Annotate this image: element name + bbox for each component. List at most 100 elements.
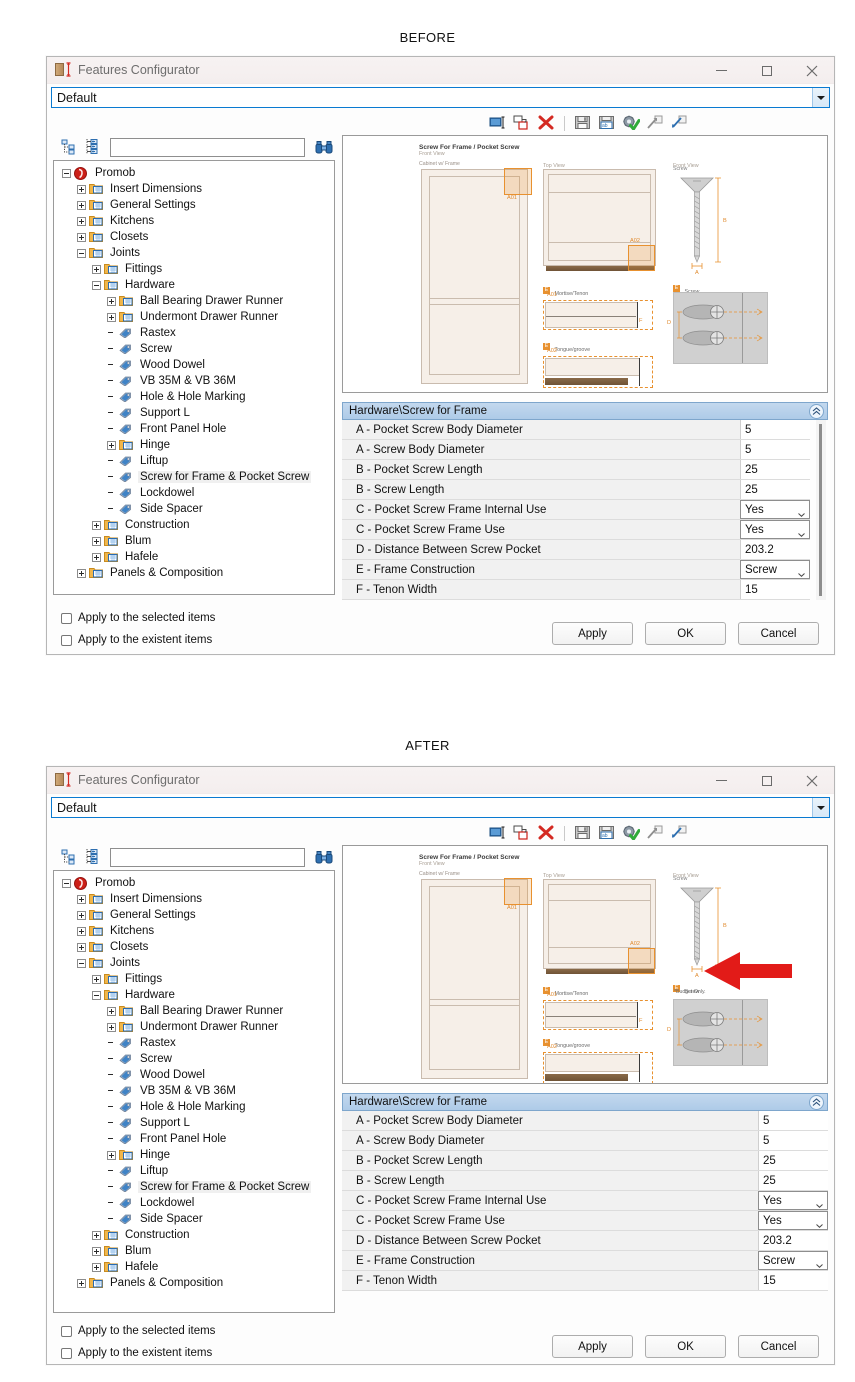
- tree-item[interactable]: Hardware: [54, 987, 334, 1003]
- tree-toggle-expand[interactable]: [107, 1150, 116, 1160]
- feature-tree[interactable]: Promob Insert Dimensions General Settings K…: [53, 160, 335, 595]
- chevron-down-icon[interactable]: [798, 568, 805, 577]
- apply-existent-checkbox[interactable]: [61, 1347, 72, 1359]
- maximize-button[interactable]: [744, 57, 789, 84]
- tree-item[interactable]: Hardware: [54, 277, 334, 293]
- property-value[interactable]: 25: [740, 480, 810, 499]
- tree-item[interactable]: Rastex: [54, 1035, 334, 1051]
- property-value[interactable]: 5: [758, 1111, 828, 1130]
- tree-item[interactable]: Liftup: [54, 1163, 334, 1179]
- feature-tree[interactable]: Promob Insert Dimensions General Settings K…: [53, 870, 335, 1313]
- chevron-down-icon[interactable]: [798, 508, 805, 517]
- tree-toggle-expand[interactable]: [107, 296, 116, 306]
- property-value-dropdown[interactable]: Screw: [758, 1251, 828, 1270]
- tree-item[interactable]: Construction: [54, 1227, 334, 1243]
- apply-selected-checkbox[interactable]: [61, 612, 72, 624]
- apply-selected-checkbox[interactable]: [61, 1325, 72, 1337]
- chevron-down-icon[interactable]: [812, 798, 829, 817]
- tree-item[interactable]: Rastex: [54, 325, 334, 341]
- tree-item[interactable]: Hole & Hole Marking: [54, 389, 334, 405]
- tree-toggle-expand[interactable]: [77, 216, 86, 226]
- tree-toggle-expand[interactable]: [77, 232, 86, 242]
- tree-item[interactable]: Undermont Drawer Runner: [54, 1019, 334, 1035]
- tree-toggle-expand[interactable]: [77, 568, 86, 578]
- tree-item[interactable]: Screw for Frame & Pocket Screw: [54, 1179, 334, 1195]
- tree-toggle-expand[interactable]: [92, 536, 101, 546]
- tree-item[interactable]: Screw: [54, 1051, 334, 1067]
- export-icon[interactable]: [646, 825, 664, 842]
- tree-toggle-expand[interactable]: [92, 1262, 101, 1272]
- tree-toggle-expand[interactable]: [107, 312, 116, 322]
- property-value[interactable]: 203.2: [758, 1231, 828, 1250]
- ok-button[interactable]: OK: [645, 622, 726, 645]
- binoculars-icon[interactable]: [315, 140, 333, 156]
- tree-item[interactable]: Panels & Composition: [54, 1275, 334, 1291]
- tree-item[interactable]: Wood Dowel: [54, 1067, 334, 1083]
- property-value-dropdown[interactable]: Yes: [740, 500, 810, 519]
- rename-icon[interactable]: [489, 115, 507, 132]
- tree-item[interactable]: Hafele: [54, 549, 334, 565]
- property-value[interactable]: 5: [758, 1131, 828, 1150]
- tree-toggle-expand[interactable]: [92, 520, 101, 530]
- tree-item[interactable]: Kitchens: [54, 213, 334, 229]
- tree-item[interactable]: VB 35M & VB 36M: [54, 1083, 334, 1099]
- chevron-double-up-icon[interactable]: [809, 404, 824, 419]
- expand-all-icon[interactable]: [84, 139, 101, 156]
- tree-toggle-expand[interactable]: [77, 184, 86, 194]
- duplicate-icon[interactable]: [513, 825, 531, 842]
- tree-item[interactable]: Screw for Frame & Pocket Screw: [54, 469, 334, 485]
- tree-item[interactable]: Support L: [54, 1115, 334, 1131]
- tree-toggle-collapse[interactable]: [92, 280, 101, 290]
- tree-item[interactable]: Hinge: [54, 437, 334, 453]
- tree-item[interactable]: Joints: [54, 245, 334, 261]
- chevron-down-icon[interactable]: [816, 1199, 823, 1208]
- tree-item[interactable]: Lockdowel: [54, 485, 334, 501]
- property-value[interactable]: 203.2: [740, 540, 810, 559]
- minimize-button[interactable]: [699, 767, 744, 794]
- tree-item[interactable]: Promob: [54, 875, 334, 891]
- cancel-button[interactable]: Cancel: [738, 1335, 819, 1358]
- properties-scrollbar[interactable]: [816, 420, 826, 600]
- chevron-down-icon[interactable]: [798, 528, 805, 537]
- duplicate-icon[interactable]: [513, 115, 531, 132]
- tree-item[interactable]: Front Panel Hole: [54, 1131, 334, 1147]
- tree-item[interactable]: General Settings: [54, 197, 334, 213]
- tree-item[interactable]: VB 35M & VB 36M: [54, 373, 334, 389]
- property-value[interactable]: 5: [740, 440, 810, 459]
- tree-toggle-expand[interactable]: [92, 974, 101, 984]
- apply-button[interactable]: Apply: [552, 622, 633, 645]
- tree-item[interactable]: Closets: [54, 229, 334, 245]
- tree-toggle-expand[interactable]: [92, 552, 101, 562]
- tree-toggle-expand[interactable]: [77, 942, 86, 952]
- property-value[interactable]: 15: [758, 1271, 828, 1290]
- tree-item[interactable]: Panels & Composition: [54, 565, 334, 581]
- property-value[interactable]: 25: [758, 1171, 828, 1190]
- search-input[interactable]: [110, 138, 305, 157]
- tree-item[interactable]: Liftup: [54, 453, 334, 469]
- tree-item[interactable]: Side Spacer: [54, 501, 334, 517]
- tree-item[interactable]: Blum: [54, 1243, 334, 1259]
- tree-item[interactable]: Ball Bearing Drawer Runner: [54, 293, 334, 309]
- maximize-button[interactable]: [744, 767, 789, 794]
- property-value-dropdown[interactable]: Yes: [758, 1191, 828, 1210]
- collapse-all-icon[interactable]: [61, 849, 78, 866]
- tree-toggle-expand[interactable]: [77, 910, 86, 920]
- chevron-down-icon[interactable]: [812, 88, 829, 107]
- tree-toggle-expand[interactable]: [77, 926, 86, 936]
- tree-toggle-expand[interactable]: [107, 1022, 116, 1032]
- tree-toggle-collapse[interactable]: [62, 168, 71, 178]
- chevron-double-up-icon[interactable]: [809, 1095, 824, 1110]
- tree-item[interactable]: Hole & Hole Marking: [54, 1099, 334, 1115]
- import-icon[interactable]: [670, 825, 688, 842]
- save-icon[interactable]: [574, 115, 592, 132]
- tree-item[interactable]: General Settings: [54, 907, 334, 923]
- settings-apply-icon[interactable]: [622, 825, 641, 842]
- configuration-combobox[interactable]: Default: [51, 797, 830, 818]
- expand-all-icon[interactable]: [84, 849, 101, 866]
- save-icon[interactable]: [574, 825, 592, 842]
- tree-toggle-expand[interactable]: [92, 264, 101, 274]
- tree-item[interactable]: Insert Dimensions: [54, 181, 334, 197]
- close-button[interactable]: [789, 767, 834, 794]
- chevron-down-icon[interactable]: [816, 1259, 823, 1268]
- tree-toggle-expand[interactable]: [107, 440, 116, 450]
